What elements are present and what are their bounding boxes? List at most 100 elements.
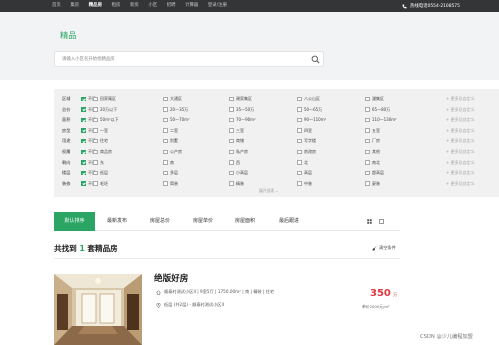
- filter-checkbox[interactable]: [229, 138, 234, 144]
- filter-more-link[interactable]: + 更多及自定义: [446, 158, 475, 167]
- filter-checkbox[interactable]: [93, 170, 98, 176]
- filter-option[interactable]: 南北: [372, 158, 380, 167]
- filter-more-link[interactable]: + 更多及自定义: [446, 115, 475, 124]
- filter-checkbox-all[interactable]: [81, 107, 86, 112]
- filter-option[interactable]: 商铺: [236, 136, 244, 145]
- filter-option[interactable]: 公产房: [170, 147, 182, 156]
- nav-new-homes[interactable]: 新房: [130, 0, 139, 12]
- filter-checkbox[interactable]: [229, 117, 234, 123]
- filter-checkbox[interactable]: [297, 128, 302, 133]
- sort-area[interactable]: 房屋面积: [235, 212, 255, 231]
- filter-checkbox[interactable]: [297, 138, 302, 144]
- filter-checkbox[interactable]: [229, 170, 234, 176]
- filter-checkbox[interactable]: [229, 149, 234, 154]
- filter-checkbox[interactable]: [93, 149, 98, 154]
- filter-checkbox[interactable]: [365, 170, 370, 176]
- filter-option[interactable]: 多层: [170, 168, 178, 177]
- filter-more-link[interactable]: + 更多及自定义: [446, 179, 475, 188]
- filter-option[interactable]: 超高层: [372, 168, 384, 177]
- filter-checkbox[interactable]: [365, 128, 370, 133]
- filter-option[interactable]: 50—70m²: [170, 115, 190, 124]
- filter-option[interactable]: 南: [170, 158, 174, 167]
- sort-unit-price[interactable]: 房屋单价: [193, 212, 213, 231]
- filter-option[interactable]: 110—130m²: [372, 115, 397, 124]
- filter-checkbox[interactable]: [297, 117, 302, 123]
- filter-option[interactable]: 大通区: [170, 94, 182, 103]
- filter-option[interactable]: 谢家集区: [236, 94, 252, 103]
- filter-option[interactable]: 四室: [304, 126, 312, 135]
- filter-checkbox[interactable]: [365, 181, 370, 186]
- filter-checkbox-all[interactable]: [81, 160, 86, 165]
- list-view-icon[interactable]: [379, 219, 384, 224]
- filter-option[interactable]: 别墅: [170, 136, 178, 145]
- filter-option[interactable]: 潘集区: [372, 94, 384, 103]
- filter-option[interactable]: 三室: [236, 126, 244, 135]
- nav-calculator[interactable]: 计算器: [185, 0, 198, 12]
- filter-checkbox[interactable]: [229, 96, 234, 101]
- filter-checkbox-all[interactable]: [81, 117, 86, 123]
- search-input[interactable]: [62, 54, 302, 65]
- filter-option[interactable]: 65—80万: [372, 105, 390, 114]
- filter-more-link[interactable]: + 更多及自定义: [446, 136, 475, 145]
- filter-more-link[interactable]: + 更多及自定义: [446, 147, 475, 156]
- filter-checkbox[interactable]: [297, 181, 302, 186]
- filter-checkbox[interactable]: [93, 160, 98, 165]
- filter-option[interactable]: 毛坯: [100, 179, 108, 188]
- filter-checkbox-all[interactable]: [81, 128, 86, 133]
- filter-checkbox[interactable]: [163, 117, 168, 123]
- filter-checkbox[interactable]: [93, 96, 98, 101]
- filter-option[interactable]: 西: [236, 158, 240, 167]
- filter-option[interactable]: 70—90m²: [236, 115, 256, 124]
- nav-collection[interactable]: 集房: [70, 0, 79, 12]
- filter-option[interactable]: 八公山区: [304, 94, 320, 103]
- filter-option[interactable]: 20万以下: [100, 105, 117, 114]
- filter-option[interactable]: 90—110m²: [304, 115, 326, 124]
- filter-checkbox[interactable]: [163, 138, 168, 144]
- sort-default[interactable]: 默认排序: [54, 212, 95, 231]
- nav-jobs[interactable]: 招聘: [167, 0, 176, 12]
- expand-options-toggle[interactable]: 展开选项 ⌄: [259, 188, 279, 194]
- filter-option[interactable]: 豪装: [372, 179, 380, 188]
- filter-option[interactable]: 精装: [236, 179, 244, 188]
- filter-checkbox-all[interactable]: [81, 96, 86, 101]
- filter-checkbox[interactable]: [163, 128, 168, 133]
- filter-more-link[interactable]: + 更多及自定义: [446, 94, 475, 103]
- nav-rent[interactable]: 租房: [112, 0, 121, 12]
- filter-checkbox[interactable]: [297, 149, 302, 154]
- listing-title[interactable]: 绝版好房: [154, 272, 188, 284]
- filter-option[interactable]: 厂房: [372, 136, 380, 145]
- filter-checkbox[interactable]: [365, 117, 370, 123]
- sort-latest[interactable]: 最新发布: [107, 212, 127, 231]
- filter-option[interactable]: 35—50万: [236, 105, 254, 114]
- filter-checkbox[interactable]: [365, 160, 370, 165]
- nav-premium[interactable]: 精品房: [89, 0, 102, 12]
- filter-checkbox[interactable]: [229, 160, 234, 165]
- filter-checkbox[interactable]: [163, 96, 168, 101]
- filter-checkbox[interactable]: [365, 149, 370, 154]
- filter-option[interactable]: 写字楼: [304, 136, 316, 145]
- filter-option[interactable]: 田家庵区: [100, 94, 116, 103]
- filter-option[interactable]: 简装: [170, 179, 178, 188]
- filter-checkbox[interactable]: [163, 160, 168, 165]
- nav-login[interactable]: 登录/注册: [208, 0, 227, 12]
- filter-option[interactable]: 住宅: [100, 136, 108, 145]
- filter-checkbox-all[interactable]: [81, 149, 86, 154]
- filter-option[interactable]: 房改房: [304, 147, 316, 156]
- filter-option[interactable]: 20—35万: [170, 105, 188, 114]
- sort-total-price[interactable]: 房屋总价: [150, 212, 170, 231]
- sort-last-followup[interactable]: 最后跟进: [279, 212, 299, 231]
- filter-option[interactable]: 其他: [372, 147, 380, 156]
- filter-checkbox[interactable]: [365, 107, 370, 112]
- nav-community[interactable]: 小区: [148, 0, 157, 12]
- filter-more-link[interactable]: + 更多及自定义: [446, 105, 475, 114]
- filter-checkbox[interactable]: [163, 107, 168, 112]
- filter-option[interactable]: 私产房: [236, 147, 248, 156]
- filter-option[interactable]: 北: [304, 158, 308, 167]
- filter-checkbox-all[interactable]: [81, 181, 86, 186]
- filter-option[interactable]: 中装: [304, 179, 312, 188]
- filter-checkbox[interactable]: [93, 107, 98, 112]
- filter-checkbox[interactable]: [229, 181, 234, 186]
- filter-checkbox-all[interactable]: [81, 170, 86, 176]
- clear-conditions-button[interactable]: 清空条件: [372, 245, 396, 251]
- filter-option[interactable]: 低层: [100, 168, 108, 177]
